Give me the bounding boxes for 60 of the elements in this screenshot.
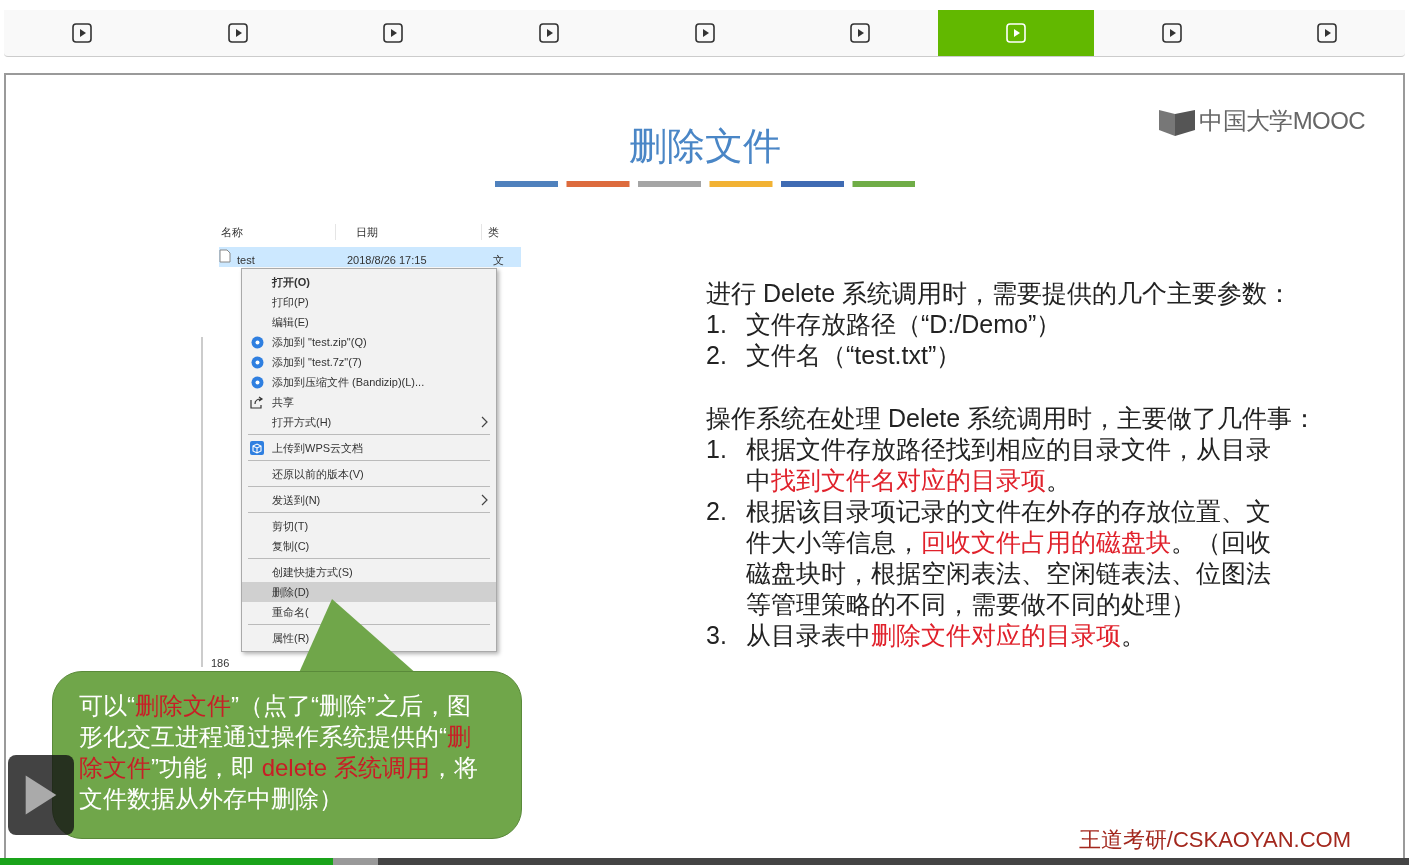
menu-item[interactable]: 重命名( [242, 602, 496, 622]
list-item-text: 从目录表中删除文件对应的目录项。 [746, 620, 1147, 651]
play-icon [71, 23, 92, 43]
list-item-text: 文件名（“test.txt”） [746, 340, 963, 371]
menu-item[interactable]: 编辑(E) [242, 312, 496, 332]
chevron-right-icon [481, 416, 488, 428]
menu-item[interactable]: 属性(R) [242, 628, 496, 648]
status-text: 186 [211, 656, 230, 671]
footer-text: 王道考研/CSKAOYAN.COM [1078, 826, 1351, 854]
file-type: 文 [493, 253, 504, 268]
menu-item[interactable]: 复制(C) [242, 536, 496, 556]
column-header: 名称 [220, 224, 244, 240]
play-overlay-button[interactable] [8, 755, 74, 835]
logo-text: 中国大学MOOC [1199, 106, 1365, 136]
menu-item[interactable]: 删除(D) [242, 582, 496, 602]
menu-item[interactable]: 打开方式(H) [242, 412, 496, 432]
list-number: 3. [706, 620, 728, 651]
paragraph: 进行 Delete 系统调用时，需要提供的几个主要参数： [706, 278, 1294, 309]
list-number: 2. [706, 496, 728, 527]
disc-icon [250, 335, 264, 349]
file-icon [219, 249, 231, 263]
share-icon [250, 395, 264, 409]
menu-item[interactable]: 打开(O) [242, 272, 496, 292]
file-name: test [237, 253, 256, 268]
play-icon [383, 23, 404, 43]
play-icon [538, 23, 559, 43]
paragraph: 操作系统在处理 Delete 系统调用时，主要做了几件事： [706, 403, 1319, 434]
progress-track[interactable] [0, 858, 1409, 865]
disc-icon [250, 355, 264, 369]
menu-item[interactable]: 上传到WPS云文档 [242, 438, 496, 458]
menu-item[interactable]: 添加到压缩文件 (Bandizip)(L)... [242, 372, 496, 392]
play-icon [1161, 23, 1182, 43]
menu-item[interactable]: 剪切(T) [242, 516, 496, 536]
play-icon [850, 23, 871, 43]
menu-item[interactable]: 还原以前的版本(V) [242, 464, 496, 484]
menu-item[interactable]: 添加到 "test.7z"(7) [242, 352, 496, 372]
menu-item[interactable]: 创建快捷方式(S) [242, 562, 496, 582]
file-date: 2018/8/26 17:15 [347, 253, 428, 268]
list-number: 1. [706, 434, 728, 465]
chevron-right-icon [481, 494, 488, 506]
play-icon [1317, 23, 1338, 43]
play-icon [694, 23, 715, 43]
list-number: 2. [706, 340, 728, 371]
play-icon [1005, 23, 1026, 43]
column-header: 日期 [335, 223, 481, 241]
play-icon [227, 23, 248, 43]
list-item-text: 根据文件存放路径找到相应的目录文件，从目录中找到文件名对应的目录项。 [746, 434, 1272, 496]
list-number: 1. [706, 309, 728, 340]
disc-icon [250, 375, 264, 389]
column-header: 类 [481, 223, 499, 241]
slide-title: 删除文件 [628, 124, 781, 169]
cube-icon [250, 441, 264, 455]
list-item-text: 根据该目录项记录的文件在外存的存放位置、文件大小等信息，回收文件占用的磁盘块。（回收磁盘块时，根据空闲表法、空闲链表法、位图法等管理策略的不同，需要做不同的处理） [746, 496, 1272, 620]
file-row[interactable]: test 2018/8/26 17:15 文 [219, 247, 521, 267]
menu-item[interactable]: 发送到(N) [242, 490, 496, 510]
menu-item[interactable]: 添加到 "test.zip"(Q) [242, 332, 496, 352]
play-icon [24, 773, 58, 817]
menu-item[interactable]: 共享 [242, 392, 496, 412]
menu-item[interactable]: 打印(P) [242, 292, 496, 312]
list-item-text: 文件存放路径（“D:/Demo”） [746, 309, 1063, 340]
